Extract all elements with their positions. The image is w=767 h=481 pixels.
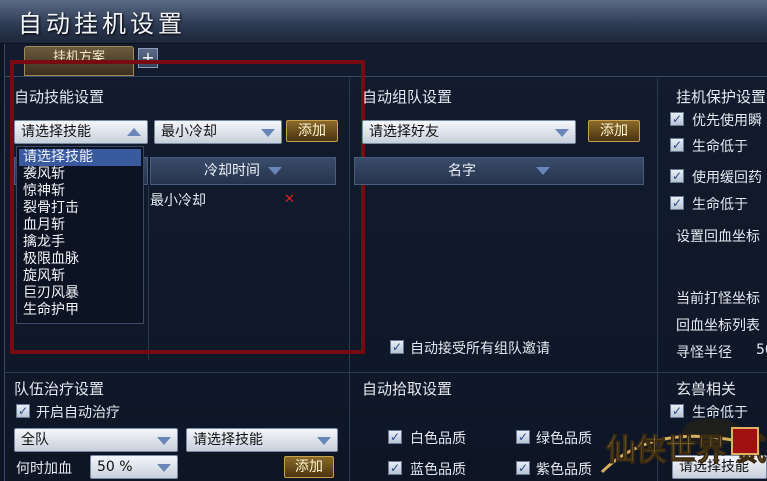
heal-enable-label: 开启自动治疗: [36, 405, 120, 421]
pickup-white-checkbox[interactable]: ✓: [388, 430, 402, 444]
heal-enable-checkbox[interactable]: ✓: [16, 404, 30, 418]
chevron-down-icon: [536, 167, 550, 175]
pickup-blue-checkbox[interactable]: ✓: [388, 461, 402, 475]
protect-opt2-label: 生命低于: [692, 139, 748, 155]
title-bar: 自动挂机设置: [0, 0, 767, 44]
auto-accept-checkbox[interactable]: ✓: [390, 340, 404, 354]
heal-section-title: 队伍治疗设置: [14, 380, 105, 398]
heal-percent-select[interactable]: 50 %: [90, 455, 178, 479]
coord-list-label: 回血坐标列表: [676, 318, 760, 334]
pickup-purple-label: 紫色品质: [536, 462, 592, 478]
row-divider: [4, 372, 767, 373]
heal-target-select[interactable]: 全队: [14, 428, 178, 452]
logo-emblem-icon: 仙侠世界 贰: [600, 418, 767, 474]
protect-opt2-checkbox[interactable]: ✓: [670, 138, 684, 152]
highlight-frame: [10, 60, 365, 354]
pet-section-title: 玄兽相关: [676, 380, 737, 398]
current-coord-label: 当前打怪坐标: [676, 291, 760, 307]
team-col-name[interactable]: 名字: [354, 157, 644, 185]
column-divider: [349, 374, 350, 481]
chevron-down-icon: [317, 437, 331, 445]
radius-value: 50: [756, 342, 767, 358]
heal-skill-select[interactable]: 请选择技能: [186, 428, 338, 452]
team-section-title: 自动组队设置: [362, 88, 453, 106]
chevron-down-icon: [555, 129, 569, 137]
pickup-green-label: 绿色品质: [536, 431, 592, 447]
protect-opt3-checkbox[interactable]: ✓: [670, 169, 684, 183]
col-name-label: 名字: [448, 163, 476, 179]
return-coord-label: 设置回血坐标: [676, 229, 760, 245]
pickup-purple-checkbox[interactable]: ✓: [516, 461, 530, 475]
column-divider: [657, 78, 658, 378]
radius-label: 寻怪半径: [676, 345, 732, 361]
auto-accept-label: 自动接受所有组队邀请: [410, 341, 550, 357]
protect-opt4-label: 生命低于: [692, 197, 748, 213]
pickup-green-checkbox[interactable]: ✓: [516, 430, 530, 444]
protect-section-title: 挂机保护设置: [676, 88, 767, 106]
chevron-down-icon: [157, 464, 171, 472]
heal-skill-value: 请选择技能: [193, 432, 263, 448]
game-logo: 仙侠世界 贰: [592, 402, 767, 481]
pickup-white-label: 白色品质: [410, 431, 466, 447]
friend-select[interactable]: 请选择好友: [362, 120, 576, 144]
pickup-blue-label: 蓝色品质: [410, 462, 466, 478]
pickup-section-title: 自动拾取设置: [362, 380, 453, 398]
protect-opt1-checkbox[interactable]: ✓: [670, 112, 684, 126]
heal-target-value: 全队: [21, 432, 49, 448]
friend-select-value: 请选择好友: [369, 124, 439, 140]
heal-add-button[interactable]: 添加: [284, 456, 334, 478]
chevron-down-icon: [157, 437, 171, 445]
team-add-button[interactable]: 添加: [588, 120, 640, 142]
heal-when-label: 何时加血: [16, 461, 72, 477]
protect-opt3-label: 使用缓回药: [692, 170, 762, 186]
heal-percent-value: 50 %: [97, 459, 133, 475]
protect-opt4-checkbox[interactable]: ✓: [670, 196, 684, 210]
protect-opt1-label: 优先使用瞬: [692, 113, 762, 129]
window-title: 自动挂机设置: [18, 10, 186, 38]
